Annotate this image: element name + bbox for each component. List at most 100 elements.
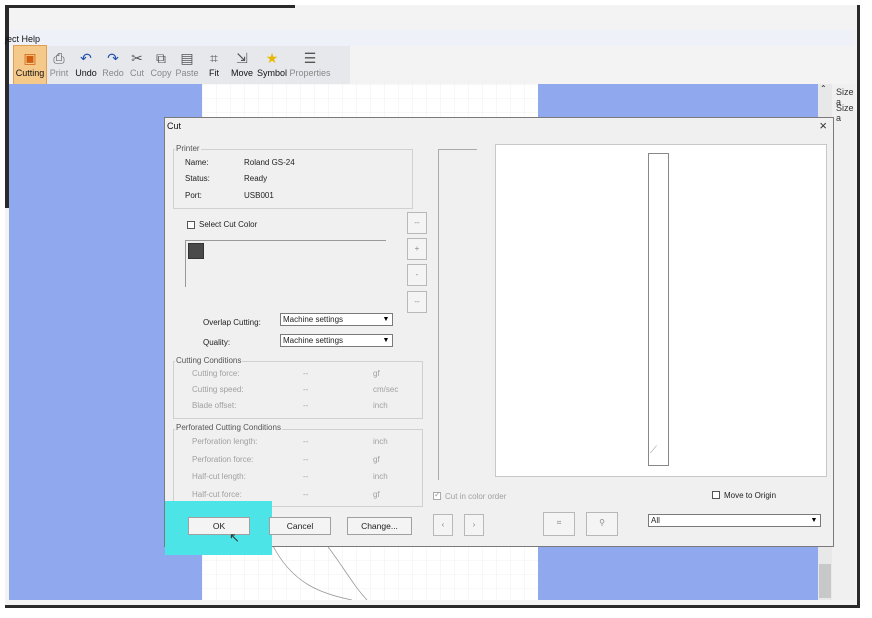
toolbar-paste-button[interactable]: ▤ Paste <box>174 46 200 84</box>
quality-select[interactable]: Machine settings ▼ <box>280 334 393 347</box>
toolbar-properties-icon: ☰ <box>303 50 317 66</box>
change-button[interactable]: Change... <box>347 517 412 535</box>
toolbar-undo-label: Undo <box>75 68 97 78</box>
cutting-conditions-unit: inch <box>373 401 388 410</box>
move-to-origin-label: Move to Origin <box>724 491 777 500</box>
toolbar-print-icon: ⎙ <box>53 50 65 66</box>
menu-bar <box>9 30 855 46</box>
cut-preview-area[interactable]: ⟋ <box>495 144 827 477</box>
toolbar-cut-label: Cut <box>129 68 144 78</box>
perforated-label: Perforation length: <box>192 437 258 446</box>
perforated-unit: inch <box>373 437 388 446</box>
toolbar-cutting-label: Cutting <box>15 68 45 78</box>
toolbar-print-button[interactable]: ⎙ Print <box>46 46 72 84</box>
perforated-value: -- <box>303 472 309 481</box>
perforated-value: -- <box>303 489 309 499</box>
preview-ruler <box>438 149 477 480</box>
dropdown-arrow-icon: ▼ <box>382 337 390 344</box>
toolbar-move-icon: ⇲ <box>236 50 248 66</box>
printer-status-value: Ready <box>244 174 268 183</box>
cancel-button[interactable]: Cancel <box>269 517 331 535</box>
cutting-conditions-label: Cutting force: <box>192 369 240 378</box>
toolbar-redo-icon: ↷ <box>107 50 119 66</box>
select-cut-color-checkbox[interactable] <box>187 221 195 229</box>
ok-button[interactable]: OK <box>188 517 250 535</box>
move-to-origin-checkbox[interactable] <box>712 491 720 499</box>
toolbar-symbol-label: Symbol <box>256 68 287 78</box>
toolbar-cutting-button[interactable]: ▣ Cutting <box>13 45 47 85</box>
dropdown-arrow-icon: ▼ <box>382 316 390 323</box>
toolbar-cut-button[interactable]: ✂ Cut <box>126 46 148 84</box>
preview-shape-icon: ⟋ <box>650 445 657 456</box>
toolbar-cut-icon: ✂ <box>131 50 143 66</box>
side-button-3[interactable]: - <box>407 264 427 286</box>
frame-top-edge <box>5 5 295 8</box>
printer-port-value: USB001 <box>244 191 274 200</box>
cut-dialog: Cut × Printer Name: Roland GS-24 Status:… <box>164 117 834 547</box>
cutting-conditions-label: Blade offset: <box>192 401 237 410</box>
perforated-unit: inch <box>373 472 388 481</box>
perforated-conditions-label: Perforated Cutting Conditions <box>175 423 282 432</box>
toolbar-undo-icon: ↶ <box>80 50 92 66</box>
dropdown-arrow-icon: ▼ <box>810 517 818 524</box>
printer-port-label: Port: <box>185 191 202 200</box>
toolbar-properties-label: Properties <box>289 68 331 78</box>
toolbar-copy-icon: ⧉ <box>156 50 166 66</box>
toolbar-redo-label: Redo <box>102 68 124 78</box>
cutting-conditions-unit: cm/sec <box>373 385 399 394</box>
zoom-button[interactable]: ⚲ <box>586 512 618 536</box>
cutting-conditions-label: Cutting Conditions <box>175 356 243 365</box>
previous-page-button[interactable]: ‹ <box>433 514 453 536</box>
panel-size-label: Size a <box>836 103 854 123</box>
printer-name-value: Roland GS-24 <box>244 158 295 167</box>
cut-in-color-order-checkbox[interactable]: ✓ <box>433 490 441 500</box>
toolbar: ▣ Cutting ⎙ Print ↶ Undo ↷ Redo ✂ Cut ⧉ Copy ▤ Paste ⌗… <box>13 45 350 85</box>
overlap-cutting-label: Overlap Cutting: <box>203 318 261 327</box>
cutting-conditions-unit: gf <box>373 369 380 378</box>
toolbar-paste-label: Paste <box>175 68 199 78</box>
cut-color-list[interactable] <box>185 240 386 287</box>
perforated-label: Half-cut force: <box>192 489 242 499</box>
perforated-unit: gf <box>373 454 380 464</box>
preview-media-sheet <box>648 153 669 466</box>
toolbar-print-label: Print <box>49 68 69 78</box>
close-icon[interactable]: × <box>819 118 827 133</box>
scroll-thumb[interactable] <box>819 564 831 598</box>
toolbar-fit-button[interactable]: ⌗ Fit <box>200 46 228 84</box>
side-button-1[interactable]: -- <box>407 212 427 234</box>
fit-view-button[interactable]: ⌗ <box>543 512 575 536</box>
cutting-conditions-value: -- <box>303 385 309 394</box>
cutting-conditions-label: Cutting speed: <box>192 385 244 394</box>
color-swatch[interactable] <box>188 243 204 259</box>
toolbar-paste-icon: ▤ <box>180 50 194 66</box>
toolbar-properties-button[interactable]: ☰ Properties <box>288 46 332 84</box>
toolbar-copy-label: Copy <box>150 68 172 78</box>
toolbar-symbol-icon: ★ <box>265 50 279 66</box>
scroll-up-icon[interactable]: ⌃ <box>820 84 827 93</box>
side-button-2[interactable]: + <box>407 238 427 260</box>
perforated-label: Half-cut length: <box>192 472 246 481</box>
printer-group-label: Printer <box>175 144 201 153</box>
dialog-title: Cut <box>167 121 182 131</box>
printer-name-label: Name: <box>185 158 209 167</box>
toolbar-fit-label: Fit <box>209 68 219 78</box>
perforated-value: -- <box>303 437 309 446</box>
next-page-button[interactable]: › <box>464 514 484 536</box>
menu-project-help[interactable]: ject Help <box>5 34 40 44</box>
overlap-cutting-value: Machine settings <box>283 315 344 324</box>
page-select[interactable]: All ▼ <box>648 514 821 527</box>
toolbar-move-label: Move <box>230 68 253 78</box>
toolbar-cutting-icon: ▣ <box>23 50 37 66</box>
toolbar-redo-button[interactable]: ↷ Redo <box>100 46 126 84</box>
properties-panel: Size a Size a <box>832 84 855 600</box>
overlap-cutting-select[interactable]: Machine settings ▼ <box>280 313 393 326</box>
quality-label: Quality: <box>203 338 231 347</box>
toolbar-undo-button[interactable]: ↶ Undo <box>72 46 100 84</box>
toolbar-move-button[interactable]: ⇲ Move <box>228 46 256 84</box>
quality-value: Machine settings <box>283 336 344 345</box>
toolbar-copy-button[interactable]: ⧉ Copy <box>148 46 174 84</box>
side-button-4[interactable]: -- <box>407 291 427 313</box>
cutting-conditions-value: -- <box>303 369 309 378</box>
select-cut-color-label: Select Cut Color <box>199 220 258 229</box>
toolbar-symbol-button[interactable]: ★ Symbol <box>256 46 288 84</box>
